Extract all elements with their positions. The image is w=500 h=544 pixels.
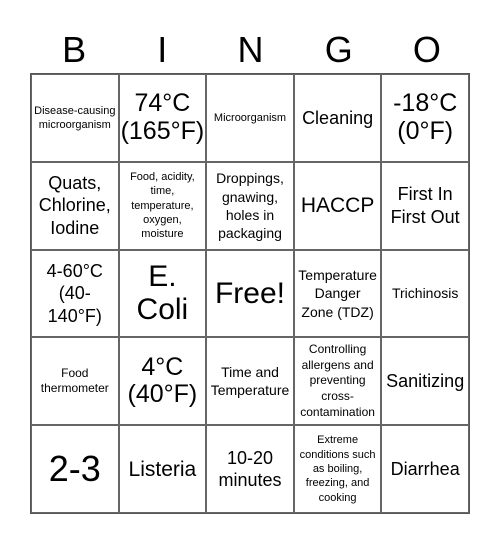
bingo-cell[interactable]: Listeria	[118, 425, 207, 513]
bingo-header: B I N G O	[30, 28, 471, 72]
header-letter: O	[412, 29, 441, 70]
header-letter: B	[62, 29, 87, 70]
free-cell[interactable]: Free!	[206, 249, 294, 338]
bingo-cell[interactable]: Food, acidity, time, temperature, oxygen…	[118, 161, 207, 250]
bingo-cell[interactable]: Quats, Chlorine, Iodine	[31, 161, 119, 250]
bingo-cell[interactable]: Cleaning	[293, 74, 382, 162]
header-letter: N	[237, 29, 264, 70]
bingo-cell[interactable]: 10-20 minutes	[206, 425, 294, 513]
bingo-cell[interactable]: Controlling allergens and preventing cro…	[293, 337, 382, 426]
bingo-cell[interactable]: 2-3	[31, 425, 119, 513]
bingo-grid: Disease-causing microorganism 74°C (165°…	[30, 73, 470, 514]
header-letter: G	[324, 29, 353, 70]
bingo-cell[interactable]: Temperature Danger Zone (TDZ)	[293, 249, 382, 338]
bingo-cell[interactable]: 4°C (40°F)	[118, 337, 207, 426]
bingo-cell[interactable]: Time and Temperature	[206, 337, 294, 426]
bingo-cell[interactable]: E. Coli	[118, 249, 207, 338]
bingo-cell[interactable]: -18°C (0°F)	[381, 74, 469, 162]
bingo-cell[interactable]: Disease-causing microorganism	[31, 74, 119, 162]
bingo-cell[interactable]: First In First Out	[381, 161, 469, 250]
bingo-cell[interactable]: HACCP	[293, 161, 382, 250]
bingo-cell[interactable]: Extreme conditions such as boiling, free…	[293, 425, 382, 513]
bingo-cell[interactable]: Droppings, gnawing, holes in packaging	[206, 161, 294, 250]
bingo-cell[interactable]: 74°C (165°F)	[118, 74, 207, 162]
bingo-cell[interactable]: Food thermometer	[31, 337, 119, 426]
bingo-cell[interactable]: Microorganism	[206, 74, 294, 162]
bingo-cell[interactable]: Sanitizing	[381, 337, 469, 426]
bingo-cell[interactable]: Trichinosis	[381, 249, 469, 338]
header-letter: I	[157, 29, 168, 70]
bingo-cell[interactable]: Diarrhea	[381, 425, 469, 513]
bingo-cell[interactable]: 4-60°C (40-140°F)	[31, 249, 119, 338]
